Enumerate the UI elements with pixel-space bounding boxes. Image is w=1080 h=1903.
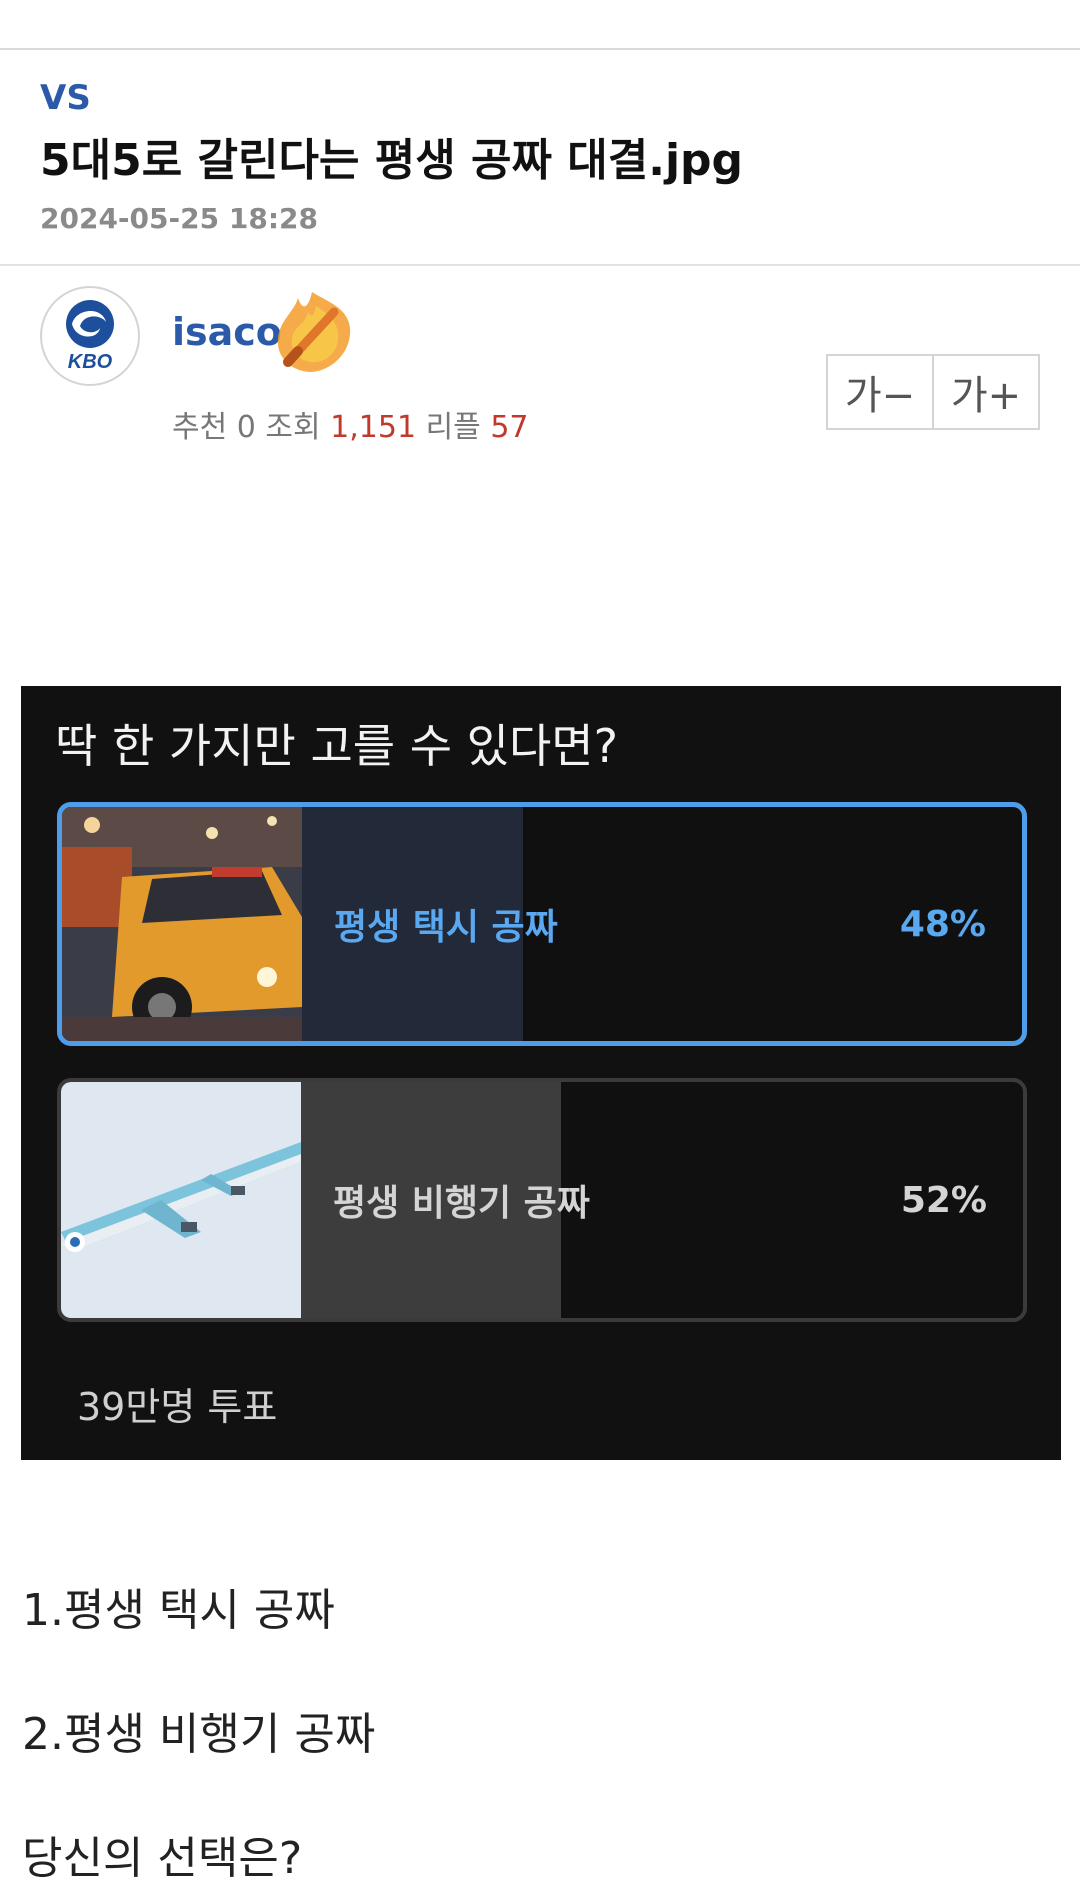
replies-count: 57 <box>490 410 529 445</box>
poll-vote-count: 39만명 투표 <box>77 1385 278 1429</box>
poll-image: 딱 한 가지만 고를 수 있다면? 평생 택시 공짜 48% 평생 비행기 공짜… <box>21 686 1061 1460</box>
post-title: 5대5로 갈린다는 평생 공짜 대결.jpg <box>40 135 744 186</box>
post-category[interactable]: VS <box>40 78 1040 118</box>
recommend-count: 0 <box>236 410 256 445</box>
post-stats: 추천 0 조회 1,151 리플 57 <box>172 402 529 446</box>
top-divider <box>0 48 1080 50</box>
avatar-text: KBO <box>68 351 113 373</box>
taxi-photo <box>62 807 302 1041</box>
body-line: 당신의 선택은? <box>22 1833 303 1884</box>
recommend-label: 추천 <box>172 410 228 445</box>
replies-label: 리플 <box>425 410 481 445</box>
post-header: VS 5대5로 갈린다는 평생 공짜 대결.jpg 2024-05-25 18:… <box>40 78 1040 236</box>
poll-option-percent: 52% <box>900 1179 987 1221</box>
views-count: 1,151 <box>330 410 417 445</box>
post-date: 2024-05-25 18:28 <box>40 202 318 235</box>
airplane-photo <box>61 1082 301 1318</box>
poll-option-taxi[interactable]: 평생 택시 공짜 48% <box>57 802 1027 1046</box>
poll-question: 딱 한 가지만 고를 수 있다면? <box>55 719 619 773</box>
font-decrease-button[interactable]: 가− <box>828 356 932 428</box>
kbo-logo-icon: KBO <box>66 300 114 373</box>
font-increase-button[interactable]: 가+ <box>932 356 1038 428</box>
poll-option-airplane[interactable]: 평생 비행기 공짜 52% <box>57 1078 1027 1322</box>
body-line: 2.평생 비행기 공짜 <box>22 1709 376 1760</box>
views-label: 조회 <box>265 410 321 445</box>
avatar[interactable]: KBO <box>40 286 140 386</box>
poll-option-label: 평생 비행기 공짜 <box>333 1183 590 1224</box>
author-name[interactable]: isaco <box>172 310 282 354</box>
font-size-control: 가− 가+ <box>826 354 1040 430</box>
flaming-baseball-bat-icon <box>268 288 356 376</box>
header-divider <box>0 264 1080 266</box>
poll-option-percent: 48% <box>899 903 986 945</box>
poll-option-label: 평생 택시 공짜 <box>334 907 558 948</box>
body-line: 1.평생 택시 공짜 <box>22 1585 335 1636</box>
